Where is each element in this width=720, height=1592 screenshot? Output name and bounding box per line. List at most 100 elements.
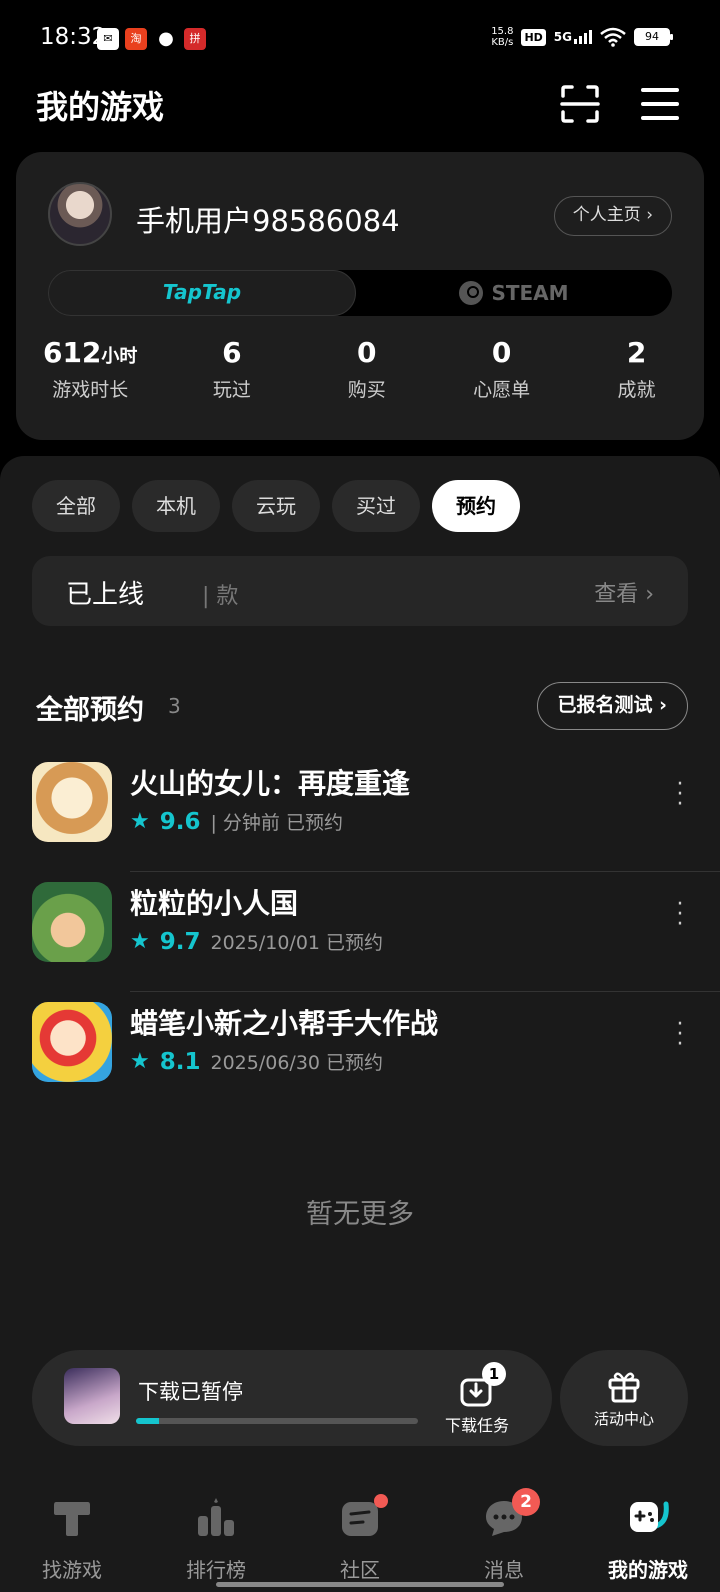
stat-value: 2 xyxy=(626,336,647,369)
steam-label: STEAM xyxy=(491,281,569,305)
nav-community[interactable]: 社区 xyxy=(288,1474,432,1592)
ranking-icon xyxy=(198,1498,234,1536)
download-progress xyxy=(136,1418,418,1424)
nav-find-games[interactable]: 找游戏 xyxy=(0,1474,144,1592)
nav-messages[interactable]: 2 消息 xyxy=(432,1474,576,1592)
my-games-icon xyxy=(630,1501,669,1532)
released-bar[interactable]: 已上线 | 款 查看 › xyxy=(32,556,688,626)
bottom-nav: 找游戏 排行榜 社区 2 消息 我的游戏 xyxy=(0,1474,720,1592)
wifi-icon xyxy=(600,27,626,47)
nav-label: 找游戏 xyxy=(42,1558,102,1582)
nav-label: 消息 xyxy=(484,1558,524,1582)
stat-played[interactable]: 6 玩过 xyxy=(164,336,299,402)
avatar[interactable] xyxy=(48,182,112,246)
filter-chips: 全部 本机 云玩 买过 预约 xyxy=(32,480,520,532)
scan-icon[interactable] xyxy=(560,84,600,124)
activity-center-button[interactable]: 活动中心 xyxy=(560,1350,688,1446)
no-more-text: 暂无更多 xyxy=(306,1199,414,1230)
download-bar[interactable]: 下载已暂停 1 下载任务 xyxy=(32,1350,552,1446)
stat-unit: 小时 xyxy=(101,346,138,367)
stats-row: 612小时 游戏时长 6 玩过 0 购买 0 心愿单 2 成就 xyxy=(16,336,704,402)
nav-label: 社区 xyxy=(340,1558,380,1582)
stat-value: 612 xyxy=(42,336,102,369)
game-rating: 9.6 xyxy=(159,808,201,835)
activity-center-label: 活动中心 xyxy=(593,1410,654,1428)
game-rating: 9.7 xyxy=(159,928,201,955)
download-count-badge: 1 xyxy=(482,1362,506,1386)
stat-wishlist[interactable]: 0 心愿单 xyxy=(434,336,569,402)
game-meta: ★ 8.1 2025/06/30 已预约 xyxy=(130,1048,383,1075)
net-speed-value: 15.8 xyxy=(491,26,514,37)
community-unread-dot xyxy=(374,1494,388,1508)
nav-label: 我的游戏 xyxy=(608,1558,688,1582)
filter-reserved[interactable]: 预约 xyxy=(432,480,520,532)
released-count: | 款 xyxy=(202,584,239,609)
download-progress-fill xyxy=(136,1418,159,1424)
filter-local[interactable]: 本机 xyxy=(132,480,220,532)
registered-test-button[interactable]: 已报名测试 › xyxy=(536,682,688,730)
more-options-icon[interactable]: · · · xyxy=(676,774,684,816)
home-indicator[interactable] xyxy=(216,1582,504,1587)
profile-page-button[interactable]: 个人主页 › xyxy=(553,196,672,236)
download-status: 下载已暂停 xyxy=(138,1380,243,1404)
game-row[interactable]: 蜡笔小新之小帮手大作战 ★ 8.1 2025/06/30 已预约 · · · xyxy=(0,992,720,1112)
download-tasks-label: 下载任务 xyxy=(444,1416,509,1435)
filter-all[interactable]: 全部 xyxy=(32,480,120,532)
game-icon xyxy=(32,882,112,962)
download-game-thumbnail xyxy=(64,1368,120,1424)
steam-logo-icon xyxy=(459,281,484,305)
stat-value: 0 xyxy=(491,336,512,369)
stat-achievements[interactable]: 2 成就 xyxy=(569,336,704,402)
taobao-notification-icon: 淘 xyxy=(125,28,147,50)
gift-icon xyxy=(608,1372,640,1403)
filter-cloud[interactable]: 云玩 xyxy=(232,480,320,532)
game-name: 火山的女儿：再度重逢 xyxy=(130,767,411,800)
stat-label: 心愿单 xyxy=(473,379,531,401)
status-right: 15.8 KB/s HD 5G 94 xyxy=(491,26,673,48)
hd-icon: HD xyxy=(521,28,546,46)
stat-label: 玩过 xyxy=(212,379,251,401)
status-bar: 18:32 ✉ 淘 ● 拼 15.8 KB/s HD 5G 94 xyxy=(0,0,720,76)
game-name: 粒粒的小人国 xyxy=(130,887,299,920)
chat-notification-icon: ● xyxy=(158,28,174,49)
nav-ranking[interactable]: 排行榜 xyxy=(144,1474,288,1592)
section-title: 全部预约 xyxy=(36,695,144,726)
messages-badge: 2 xyxy=(512,1488,540,1516)
network-type: 5G xyxy=(553,30,572,44)
released-label: 已上线 xyxy=(66,580,145,610)
section-count: 3 xyxy=(168,694,181,718)
find-games-icon xyxy=(54,1502,90,1536)
game-meta: ★ 9.7 2025/10/01 已预约 xyxy=(130,928,383,955)
stat-playtime[interactable]: 612小时 游戏时长 xyxy=(16,336,164,402)
filter-bought[interactable]: 买过 xyxy=(332,480,420,532)
game-name: 蜡笔小新之小帮手大作战 xyxy=(130,1007,439,1040)
game-row[interactable]: 粒粒的小人国 ★ 9.7 2025/10/01 已预约 · · · xyxy=(0,872,720,992)
cellular-signal-icon: 5G xyxy=(554,30,592,44)
stat-value: 6 xyxy=(222,336,242,369)
steam-tab[interactable]: STEAM xyxy=(356,270,672,316)
stat-label: 成就 xyxy=(617,379,656,401)
game-status: 2025/06/30 已预约 xyxy=(210,1052,384,1074)
taptap-tab[interactable]: TapTap xyxy=(48,270,356,316)
menu-icon[interactable] xyxy=(640,84,680,124)
nav-my-games[interactable]: 我的游戏 xyxy=(576,1474,720,1592)
net-speed-unit: KB/s xyxy=(491,37,514,48)
view-released-link[interactable]: 查看 › xyxy=(594,576,654,608)
battery-icon: 94 xyxy=(634,28,673,46)
profile-card: 手机用户98586084 个人主页 › TapTap STEAM 612小时 游… xyxy=(16,152,704,440)
game-icon xyxy=(32,762,112,842)
stat-purchased[interactable]: 0 购买 xyxy=(299,336,434,402)
more-options-icon[interactable]: · · · xyxy=(676,894,684,936)
download-tasks-button[interactable]: 1 下载任务 xyxy=(432,1362,522,1436)
stat-value: 0 xyxy=(357,336,377,369)
star-icon: ★ xyxy=(130,809,150,834)
more-options-icon[interactable]: · · · xyxy=(676,1014,684,1056)
game-icon xyxy=(32,1002,112,1082)
game-rating: 8.1 xyxy=(159,1048,201,1075)
stat-label: 游戏时长 xyxy=(52,379,129,401)
game-row[interactable]: 火山的女儿：再度重逢 ★ 9.6 | 分钟前 已预约 · · · xyxy=(0,752,720,872)
net-speed: 15.8 KB/s xyxy=(491,26,513,48)
game-status: | 分钟前 已预约 xyxy=(210,812,343,834)
nav-label: 排行榜 xyxy=(186,1558,246,1582)
username: 手机用户98586084 xyxy=(136,204,400,238)
